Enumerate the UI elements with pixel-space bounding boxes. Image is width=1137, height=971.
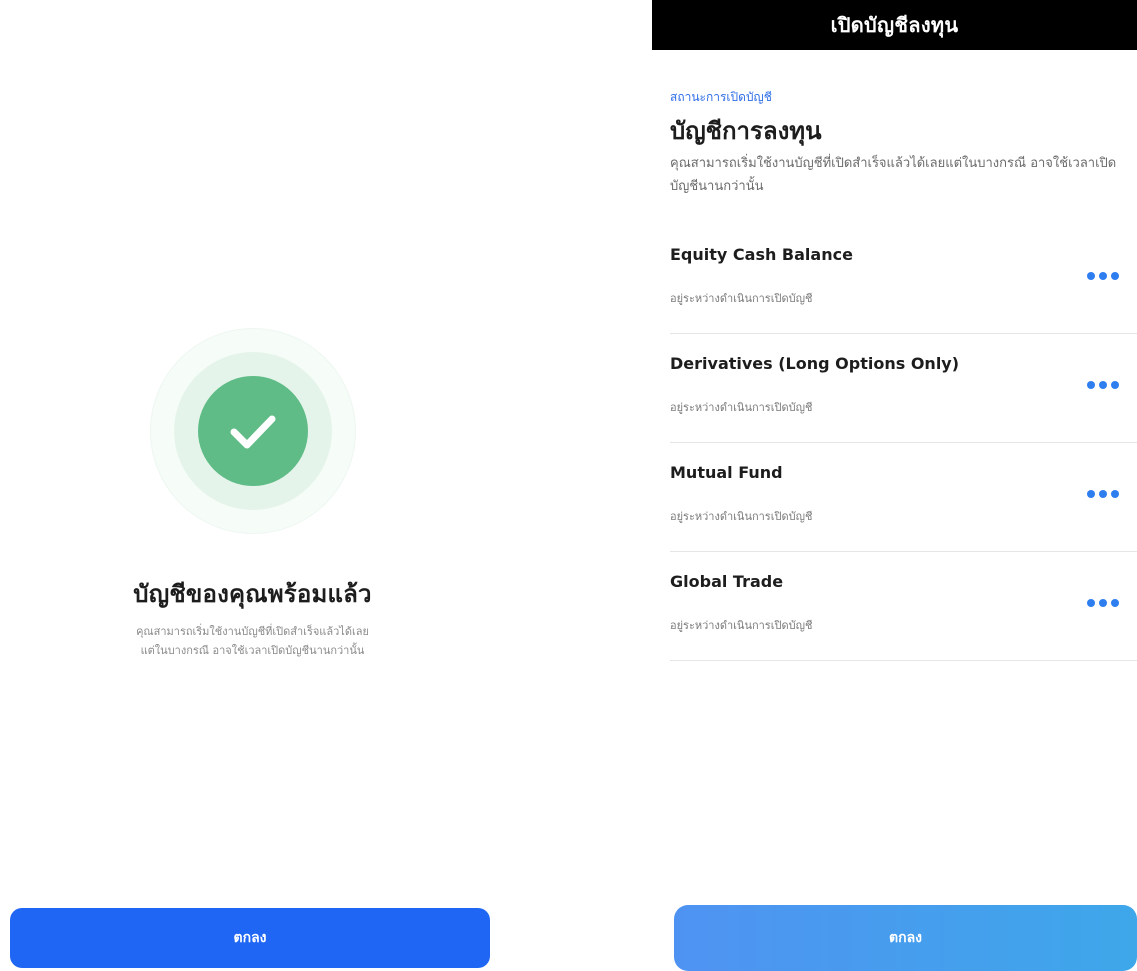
account-status: อยู่ระหว่างดำเนินการเปิดบัญชี: [670, 292, 813, 305]
account-row-equity: Equity Cash Balance อยู่ระหว่างดำเนินการ…: [670, 225, 1137, 334]
account-status: อยู่ระหว่างดำเนินการเปิดบัญชี: [670, 401, 813, 414]
success-screen: บัญชีของคุณพร้อมแล้ว คุณสามารถเริ่มใช้งา…: [0, 0, 505, 971]
more-dots-icon[interactable]: [1087, 490, 1131, 504]
success-title: บัญชีของคุณพร้อมแล้ว: [133, 580, 372, 608]
success-description-line1: คุณสามารถเริ่มใช้งานบัญชีที่เปิดสำเร็จแล…: [136, 625, 369, 638]
section-description: คุณสามารถเริ่มใช้งานบัญชีที่เปิดสำเร็จแล…: [670, 156, 1117, 194]
page-title: เปิดบัญชีลงทุน: [652, 0, 1137, 50]
account-name: Derivatives (Long Options Only): [670, 354, 960, 373]
more-dots-icon[interactable]: [1087, 272, 1131, 286]
success-description: คุณสามารถเริ่มใช้งานบัญชีที่เปิดสำเร็จแล…: [90, 622, 415, 660]
account-row-global-trade: Global Trade อยู่ระหว่างดำเนินการเปิดบัญ…: [670, 552, 1137, 661]
account-status-screen: เปิดบัญชีลงทุน สถานะการเปิดบัญชี บัญชีกา…: [652, 0, 1137, 971]
account-row-derivatives: Derivatives (Long Options Only) อยู่ระหว…: [670, 334, 1137, 443]
more-dots-icon[interactable]: [1087, 599, 1131, 613]
account-list: Equity Cash Balance อยู่ระหว่างดำเนินการ…: [652, 225, 1137, 661]
account-status: อยู่ระหว่างดำเนินการเปิดบัญชี: [670, 510, 813, 523]
account-name: Mutual Fund: [670, 463, 783, 482]
check-icon: [198, 376, 308, 486]
account-name: Global Trade: [670, 572, 784, 591]
status-label: สถานะการเปิดบัญชี: [670, 90, 772, 104]
confirm-button[interactable]: ตกลง: [674, 905, 1137, 971]
account-row-mutual-fund: Mutual Fund อยู่ระหว่างดำเนินการเปิดบัญช…: [670, 443, 1137, 552]
section-title: บัญชีการลงทุน: [670, 117, 822, 145]
success-description-line2: แต่ในบางกรณี อาจใช้เวลาเปิดบัญชีนานกว่าน…: [140, 644, 365, 657]
more-dots-icon[interactable]: [1087, 381, 1131, 395]
account-name: Equity Cash Balance: [670, 245, 853, 264]
account-status: อยู่ระหว่างดำเนินการเปิดบัญชี: [670, 619, 813, 632]
confirm-button[interactable]: ตกลง: [10, 908, 490, 968]
